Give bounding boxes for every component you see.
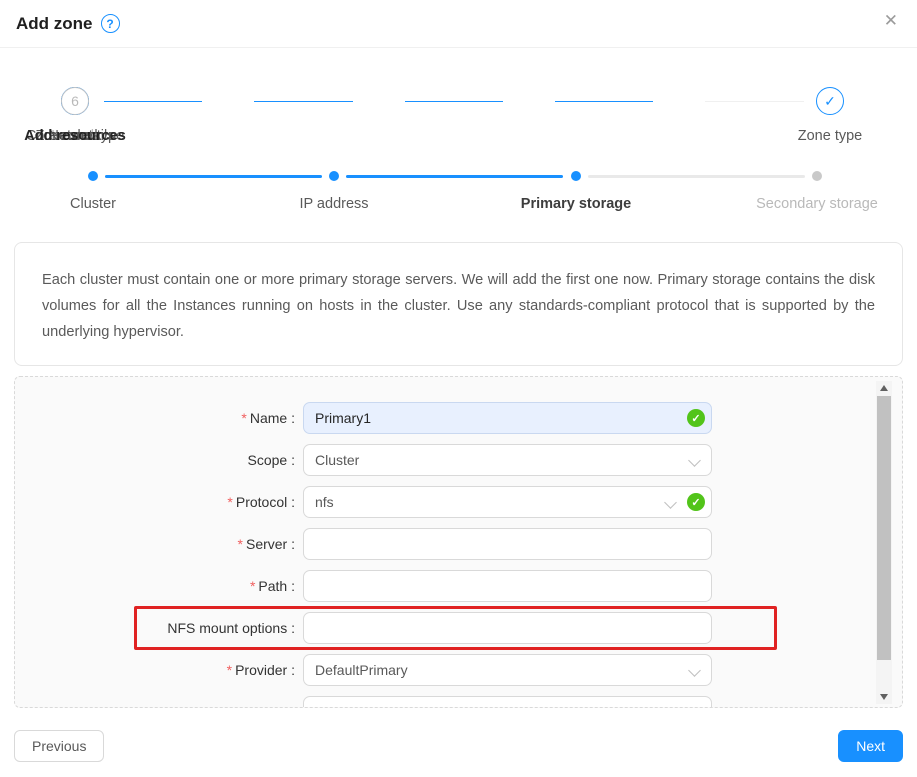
form-row-server: *Server :: [15, 528, 902, 560]
step-check-icon: ✓: [816, 87, 844, 115]
server-input[interactable]: [303, 528, 712, 560]
substep-label-ip-address: IP address: [224, 196, 444, 212]
name-input[interactable]: [303, 402, 712, 434]
step-label: Zone type: [755, 128, 905, 144]
form-row-protocol: *Protocol : nfs ✓: [15, 486, 902, 518]
scrollbar-up-arrow-icon[interactable]: [876, 381, 892, 395]
step-connector: [405, 101, 503, 102]
nfs-mount-options-input[interactable]: [303, 612, 712, 644]
path-label: Path :: [258, 578, 295, 594]
step-connector: [254, 101, 353, 102]
required-asterisk: *: [238, 536, 243, 552]
scrollbar-down-arrow-icon[interactable]: [876, 690, 892, 704]
substep-label-secondary-storage: Secondary storage: [707, 196, 917, 212]
scope-label: Scope :: [248, 452, 295, 468]
form-row-nfs-mount-options: NFS mount options :: [15, 612, 902, 644]
next-button[interactable]: Next: [838, 730, 903, 762]
form-row-storage-tags: Storage tags :: [15, 696, 902, 708]
step-number: 6: [61, 87, 89, 115]
required-asterisk: *: [250, 578, 255, 594]
form-row-path: *Path :: [15, 570, 902, 602]
nfs-mount-options-label: NFS mount options :: [167, 620, 295, 636]
substep-dot-primary-storage: [571, 171, 581, 181]
primary-storage-form: *Name : ✓ Scope : Cluster *Protocol :: [14, 376, 903, 708]
protocol-label: Protocol :: [236, 494, 295, 510]
required-asterisk: *: [227, 662, 232, 678]
provider-value: DefaultPrimary: [315, 662, 408, 678]
substep-label-primary-storage: Primary storage: [466, 196, 686, 212]
valid-check-icon: ✓: [687, 493, 705, 511]
valid-check-icon: ✓: [687, 409, 705, 427]
substep-label-cluster: Cluster: [0, 196, 203, 212]
substep-dot-ip-address: [329, 171, 339, 181]
dialog-footer: Previous Next: [14, 730, 903, 762]
previous-button[interactable]: Previous: [14, 730, 104, 762]
substep-connector: [588, 175, 805, 178]
substep-dot-secondary-storage: [812, 171, 822, 181]
info-box: Each cluster must contain one or more pr…: [14, 242, 903, 366]
storage-tags-label: Storage tags :: [208, 704, 295, 708]
substep-dot-cluster: [88, 171, 98, 181]
required-asterisk: *: [241, 410, 246, 426]
step-launch[interactable]: 6 Launch: [0, 87, 150, 144]
close-icon[interactable]: ✕: [884, 12, 898, 29]
resource-substeps: Cluster IP address Primary storage Secon…: [0, 171, 917, 214]
scope-select[interactable]: Cluster: [303, 444, 712, 476]
storage-tags-input[interactable]: [303, 696, 712, 708]
path-input[interactable]: [303, 570, 712, 602]
name-label: Name :: [250, 410, 295, 426]
substep-connector: [105, 175, 322, 178]
form-row-name: *Name : ✓: [15, 402, 902, 434]
wizard-steps: ✓ Zone type ✓ Core zone type ✓ Zone deta…: [0, 87, 917, 145]
form-row-provider: *Provider : DefaultPrimary: [15, 654, 902, 686]
protocol-select[interactable]: nfs: [303, 486, 712, 518]
dialog-header: Add zone ? ✕: [0, 0, 917, 48]
scope-value: Cluster: [315, 452, 359, 468]
help-icon[interactable]: ?: [101, 14, 120, 33]
required-asterisk: *: [227, 494, 232, 510]
step-connector: [555, 101, 653, 102]
step-label: Launch: [0, 128, 150, 144]
protocol-value: nfs: [315, 494, 334, 510]
server-label: Server :: [246, 536, 295, 552]
form-row-scope: Scope : Cluster: [15, 444, 902, 476]
substep-connector: [346, 175, 563, 178]
provider-select[interactable]: DefaultPrimary: [303, 654, 712, 686]
dialog-title: Add zone: [16, 14, 93, 34]
form-scrollbar[interactable]: [876, 381, 892, 704]
step-zone-type[interactable]: ✓ Zone type: [755, 87, 905, 144]
scrollbar-thumb[interactable]: [877, 396, 891, 660]
provider-label: Provider :: [235, 662, 295, 678]
